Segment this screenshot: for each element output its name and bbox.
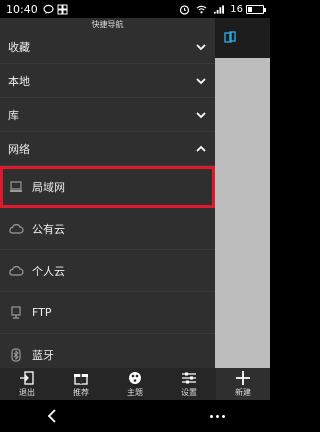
network-item-label: 局域网 xyxy=(32,180,65,194)
theme-icon xyxy=(129,371,141,384)
network-item-label: FTP xyxy=(32,306,52,319)
section-label: 网络 xyxy=(8,142,30,156)
gift-icon xyxy=(74,373,88,385)
section-network[interactable]: 网络 xyxy=(0,132,215,166)
window-toggle-icon[interactable] xyxy=(223,29,237,48)
lan-icon xyxy=(8,179,24,195)
theme-label: 主题 xyxy=(127,387,143,397)
section-library[interactable]: 库 xyxy=(0,98,215,132)
cloud-icon xyxy=(8,263,24,279)
status-time: 10:40 xyxy=(6,2,38,16)
section-favorites[interactable]: 收藏 xyxy=(0,30,215,64)
chevron-up-icon xyxy=(196,145,206,152)
back-icon[interactable] xyxy=(45,408,59,424)
battery-level: 16 xyxy=(230,3,243,15)
grid-icon xyxy=(57,4,68,15)
settings-label: 设置 xyxy=(181,387,197,397)
drawer-title: 快捷导航 xyxy=(91,19,124,29)
wifi-icon xyxy=(196,4,207,15)
quick-nav-drawer: 快捷导航 收藏 本地 库 网络 局域网 公有云 个人云 FTP 蓝牙 xyxy=(0,18,215,376)
settings-button[interactable]: 设置 xyxy=(162,368,216,400)
new-label: 新建 xyxy=(235,387,251,397)
battery-icon xyxy=(246,4,266,14)
section-label: 本地 xyxy=(8,74,30,88)
network-item-personal-cloud[interactable]: 个人云 xyxy=(0,250,215,292)
theme-button[interactable]: 主题 xyxy=(108,368,162,400)
chevron-down-icon xyxy=(196,43,206,50)
more-menu-icon[interactable] xyxy=(210,414,225,418)
exit-icon xyxy=(20,370,34,385)
network-item-public-cloud[interactable]: 公有云 xyxy=(0,208,215,250)
chat-icon xyxy=(43,4,54,15)
section-local[interactable]: 本地 xyxy=(0,64,215,98)
exit-button[interactable]: 退出 xyxy=(0,368,54,400)
plus-icon xyxy=(236,370,250,385)
chevron-down-icon xyxy=(196,111,206,118)
main-content-panel[interactable] xyxy=(215,18,270,368)
section-label: 库 xyxy=(8,108,19,122)
system-nav-bar xyxy=(0,400,270,432)
ftp-icon xyxy=(8,305,24,321)
network-item-label: 公有云 xyxy=(32,222,65,236)
alarm-icon xyxy=(179,4,190,15)
network-item-lan[interactable]: 局域网 xyxy=(0,166,215,208)
chevron-down-icon xyxy=(196,77,206,84)
network-item-label: 个人云 xyxy=(32,264,65,278)
sliders-icon xyxy=(182,372,196,383)
exit-label: 退出 xyxy=(19,387,35,397)
bottom-toolbar: 退出 推荐 主题 设置 新建 xyxy=(0,368,270,400)
status-bar: 10:40 16 xyxy=(0,0,270,18)
main-toolbar xyxy=(215,18,270,58)
network-item-ftp[interactable]: FTP xyxy=(0,292,215,334)
cloud-icon xyxy=(8,221,24,237)
section-label: 收藏 xyxy=(8,40,30,54)
signal-icon xyxy=(213,4,225,15)
new-button[interactable]: 新建 xyxy=(216,368,270,400)
network-item-label: 蓝牙 xyxy=(32,348,54,362)
bluetooth-icon xyxy=(8,347,24,363)
recommend-button[interactable]: 推荐 xyxy=(54,368,108,400)
recommend-label: 推荐 xyxy=(73,387,89,397)
